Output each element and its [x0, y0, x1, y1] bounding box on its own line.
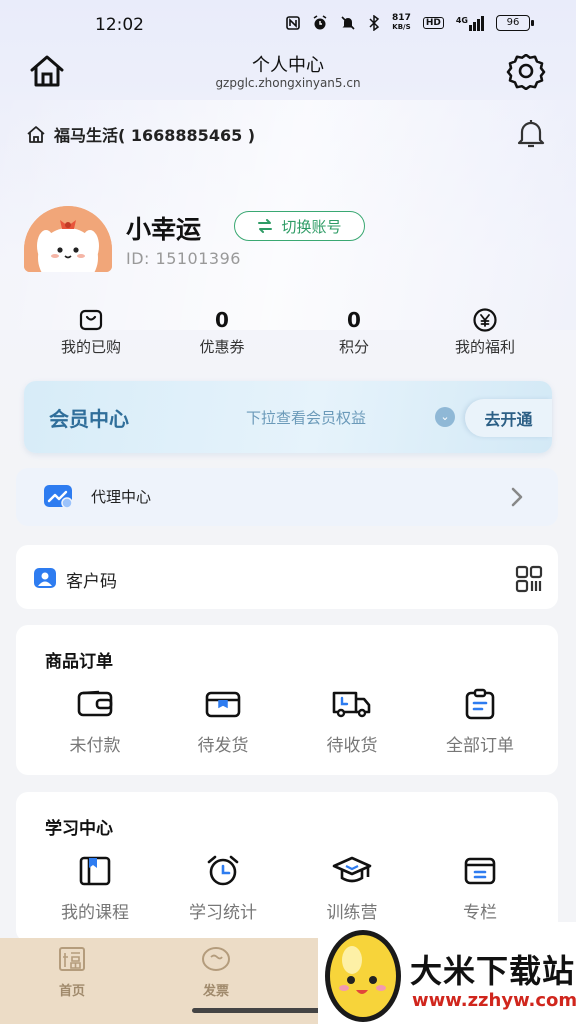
shop-selector[interactable]: 福马生活( 1668885465 )	[26, 118, 255, 150]
study-section: 学习中心 我的课程 学习统计 训练营 专栏	[16, 792, 558, 942]
alarm-icon	[313, 15, 327, 30]
study-label: 训练营	[326, 903, 378, 923]
battery-icon: 96	[496, 15, 534, 31]
activate-membership-button[interactable]: 去开通	[465, 399, 552, 437]
bag-icon	[79, 309, 103, 331]
status-time: 12:02	[95, 15, 144, 35]
yen-icon	[473, 308, 497, 332]
study-statistics[interactable]: 学习统计	[163, 854, 283, 923]
fu-icon	[59, 947, 85, 971]
package-icon	[205, 691, 241, 718]
column-card-icon	[464, 857, 496, 885]
agent-label: 代理中心	[91, 488, 152, 506]
status-icons: 817 KB/S HD 4G 96	[286, 13, 534, 32]
alarm-clock-icon	[207, 855, 239, 886]
hd-badge: HD	[422, 17, 444, 29]
stat-coupons[interactable]: 0 优惠券	[152, 306, 292, 357]
mascot-egg-logo	[325, 930, 401, 1022]
customer-code-label: 客户码	[66, 572, 117, 592]
member-center-card[interactable]: 会员中心 下拉查看会员权益 ⌄ 去开通	[24, 381, 552, 453]
stat-label: 我的已购	[60, 338, 121, 356]
username: 小幸运	[126, 215, 202, 244]
section-title: 学习中心	[45, 819, 113, 839]
customer-code-row[interactable]: 客户码	[16, 545, 558, 609]
section-title: 商品订单	[45, 652, 113, 672]
nav-label: 发票	[202, 984, 229, 999]
wallet-icon	[77, 690, 113, 717]
net-speed: 817 KB/S	[392, 13, 411, 32]
app-header: 个人中心 gzpglc.zhongxinyan5.cn	[0, 46, 576, 100]
home-small-icon	[27, 126, 45, 143]
gear-icon	[506, 53, 546, 91]
study-training-camp[interactable]: 训练营	[292, 854, 412, 923]
watermark-title: 大米下载站	[410, 952, 576, 990]
book-icon	[79, 856, 111, 886]
stat-label: 优惠券	[199, 338, 245, 356]
chevron-right-icon	[511, 487, 523, 507]
invoice-icon	[202, 947, 230, 971]
nav-home[interactable]: 首页	[32, 946, 112, 999]
nav-invoice[interactable]: 发票	[176, 946, 256, 999]
study-label: 我的课程	[61, 903, 129, 923]
avatar[interactable]	[24, 206, 112, 272]
order-to-ship[interactable]: 待发货	[163, 687, 283, 756]
study-label: 专栏	[463, 903, 497, 923]
qr-code-icon[interactable]	[515, 565, 543, 593]
nfc-icon	[286, 16, 300, 30]
switch-account-button[interactable]: 切换账号	[234, 211, 365, 241]
stat-value: 0	[215, 308, 229, 332]
watermark-url: www.zzhyw.com	[412, 990, 576, 1011]
order-label: 待收货	[326, 736, 378, 756]
order-label: 全部订单	[446, 736, 514, 756]
user-card-icon	[34, 568, 56, 588]
order-to-receive[interactable]: 待收货	[292, 687, 412, 756]
orders-section: 商品订单 未付款 待发货 待收货 全部订单	[16, 625, 558, 775]
order-all[interactable]: 全部订单	[420, 687, 540, 756]
stat-purchased[interactable]: 我的已购	[21, 306, 161, 357]
stat-label: 积分	[338, 338, 369, 356]
swap-icon	[258, 219, 273, 233]
page-url: gzpglc.zhongxinyan5.cn	[215, 76, 361, 90]
notification-button[interactable]	[516, 116, 546, 150]
chevron-down-icon[interactable]: ⌄	[435, 407, 455, 427]
mute-icon	[341, 16, 355, 30]
clipboard-icon	[465, 688, 495, 720]
order-label: 未付款	[69, 736, 121, 756]
status-bar: 12:02 817 KB/S HD 4G 96	[0, 0, 576, 46]
nav-label: 首页	[58, 984, 85, 999]
stats-row: 我的已购 0 优惠券 0 积分 我的福利	[0, 306, 576, 362]
settings-button[interactable]	[506, 53, 546, 91]
trend-chart-icon	[44, 485, 73, 509]
study-my-courses[interactable]: 我的课程	[35, 854, 155, 923]
avatar-image	[24, 206, 112, 272]
bluetooth-icon	[369, 15, 380, 31]
stat-label: 我的福利	[454, 338, 515, 356]
switch-account-label: 切换账号	[281, 217, 342, 236]
watermark: 大米下载站 www.zzhyw.com	[318, 922, 576, 1024]
stat-value: 0	[347, 308, 361, 332]
stat-points[interactable]: 0 积分	[284, 306, 424, 357]
shop-name: 福马生活( 1668885465 )	[54, 126, 256, 145]
agent-center-row[interactable]: 代理中心	[16, 468, 558, 526]
page-title: 个人中心	[252, 55, 324, 76]
order-label: 待发货	[197, 736, 249, 756]
study-column[interactable]: 专栏	[420, 854, 540, 923]
signal-icon: 4G	[456, 15, 484, 31]
bell-icon	[517, 120, 545, 148]
truck-icon	[332, 691, 371, 718]
stat-welfare[interactable]: 我的福利	[415, 306, 555, 357]
member-hint: 下拉查看会员权益	[246, 409, 367, 427]
study-label: 学习统计	[189, 903, 257, 923]
graduation-cap-icon	[332, 856, 372, 883]
member-title: 会员中心	[49, 407, 129, 431]
user-id: ID: 15101396	[126, 249, 241, 268]
order-unpaid[interactable]: 未付款	[35, 687, 155, 756]
